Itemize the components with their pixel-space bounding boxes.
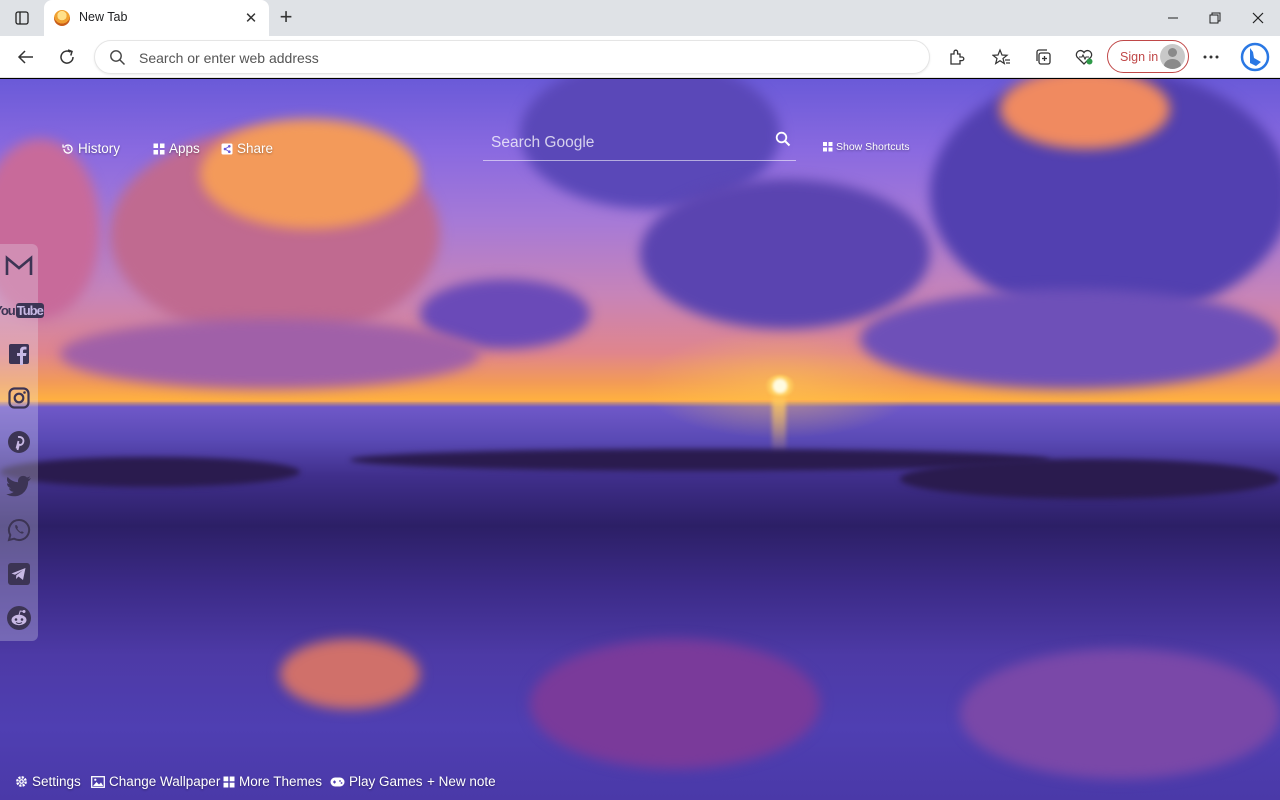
share-link[interactable]: Share — [221, 141, 273, 156]
cloud — [200, 119, 420, 229]
sun-reflection — [772, 397, 786, 457]
apps-grid-icon — [153, 143, 165, 154]
browser-toolbar: Sign in — [0, 36, 1280, 78]
tab-favicon-icon — [54, 10, 70, 26]
search-icon[interactable] — [775, 131, 791, 147]
settings-label: Settings — [32, 774, 81, 789]
share-label: Share — [237, 141, 274, 156]
youtube-label-tube: Tube — [15, 302, 44, 318]
apps-link[interactable]: Apps — [153, 141, 200, 156]
sandbar — [900, 459, 1280, 499]
grid-icon — [823, 142, 833, 152]
sign-in-label: Sign in — [1120, 49, 1159, 64]
pinterest-icon[interactable] — [0, 424, 38, 460]
sun — [765, 375, 795, 397]
whatsapp-icon[interactable] — [0, 512, 38, 548]
browser-essentials-icon[interactable] — [1070, 43, 1098, 71]
new-note-button[interactable]: + New note — [427, 774, 496, 789]
social-sidebar: YouTube — [0, 244, 44, 641]
play-games-button[interactable]: Play Games — [330, 774, 423, 789]
youtube-label-you: You — [0, 302, 16, 318]
cloud — [860, 289, 1280, 389]
show-shortcuts-button[interactable]: Show Shortcuts — [823, 141, 910, 153]
bottom-nav: Settings Change Wallpaper More Themes Pl… — [0, 774, 1280, 794]
change-wallpaper-button[interactable]: Change Wallpaper — [91, 774, 220, 789]
address-bar[interactable] — [94, 40, 930, 74]
bing-copilot-icon[interactable] — [1239, 39, 1271, 74]
horizon-line — [0, 400, 1280, 402]
instagram-icon[interactable] — [0, 380, 38, 416]
refresh-icon[interactable] — [53, 43, 81, 71]
more-themes-label: More Themes — [239, 774, 323, 789]
minimize-icon[interactable] — [1158, 6, 1188, 30]
collections-icon[interactable] — [1029, 43, 1057, 71]
tab-new-tab[interactable]: New Tab ✕ — [44, 0, 269, 36]
extensions-icon[interactable] — [942, 43, 970, 71]
cloud-reflection — [530, 639, 820, 769]
telegram-icon[interactable] — [0, 556, 38, 592]
back-icon[interactable] — [12, 43, 40, 71]
settings-button[interactable]: Settings — [15, 774, 81, 789]
sandbar — [0, 457, 300, 487]
new-note-label: + New note — [427, 774, 496, 789]
gmail-icon[interactable] — [0, 248, 38, 284]
sign-in-button[interactable]: Sign in — [1107, 40, 1189, 73]
tab-actions-menu-icon[interactable] — [8, 8, 36, 28]
apps-label: Apps — [169, 141, 200, 156]
favorites-icon[interactable] — [987, 43, 1015, 71]
history-label: History — [78, 141, 121, 156]
google-search-box[interactable] — [483, 125, 796, 161]
wallpaper-icon — [91, 775, 105, 788]
gear-icon — [16, 776, 27, 787]
google-search-input[interactable] — [491, 131, 761, 155]
gamepad-icon — [330, 777, 345, 786]
restore-icon[interactable] — [1200, 6, 1230, 30]
show-shortcuts-label: Show Shortcuts — [836, 141, 910, 153]
cloud-reflection — [280, 639, 420, 709]
youtube-icon[interactable]: YouTube — [0, 292, 44, 328]
address-input[interactable] — [139, 47, 899, 69]
cloud-reflection — [960, 649, 1280, 779]
change-wallpaper-label: Change Wallpaper — [109, 774, 221, 789]
tab-title: New Tab — [79, 10, 128, 24]
tab-strip: New Tab ✕ + — [0, 0, 1280, 36]
facebook-icon[interactable] — [0, 336, 38, 372]
avatar — [1160, 44, 1185, 69]
twitter-icon[interactable] — [0, 468, 38, 504]
history-link[interactable]: History — [62, 141, 120, 156]
themes-grid-icon — [223, 776, 235, 787]
play-games-label: Play Games — [349, 774, 423, 789]
reddit-icon[interactable] — [0, 600, 38, 636]
new-tab-button[interactable]: + — [275, 6, 297, 30]
new-tab-page: History Apps Share Show Shortcuts YouTub… — [0, 79, 1280, 800]
more-themes-button[interactable]: More Themes — [223, 774, 322, 789]
share-icon — [221, 143, 233, 154]
close-tab-icon[interactable]: ✕ — [241, 8, 261, 28]
close-window-icon[interactable] — [1243, 6, 1273, 30]
history-icon — [62, 143, 73, 154]
more-menu-icon[interactable] — [1197, 43, 1225, 71]
cloud — [60, 319, 480, 389]
cloud — [640, 179, 930, 329]
search-icon — [110, 50, 126, 66]
